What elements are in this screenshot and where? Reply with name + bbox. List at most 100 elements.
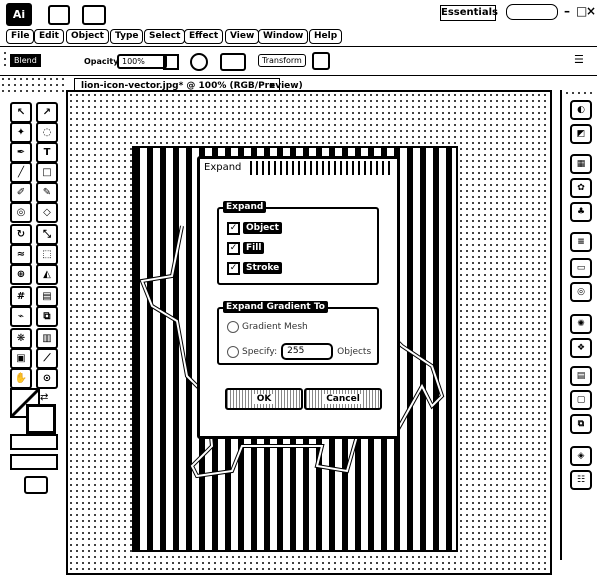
search-input[interactable]	[506, 4, 558, 20]
specify-label: Specify:	[242, 346, 278, 357]
align-panel-icon[interactable]: ☷	[570, 470, 592, 490]
shape-builder-icon[interactable]: ⊕	[10, 264, 32, 285]
menu-help[interactable]: Help	[309, 29, 343, 44]
hand-icon[interactable]: ✋	[10, 368, 32, 389]
minimize-button[interactable]: –	[564, 4, 570, 18]
navigator-icon[interactable]: ⧉	[570, 414, 592, 434]
panel-menu-icon[interactable]: ☰	[574, 53, 584, 66]
tools-panel-header[interactable]	[0, 76, 64, 94]
specify-radio[interactable]	[227, 345, 239, 358]
appearance-icon[interactable]: ✺	[570, 314, 592, 334]
app-logo: Ai	[6, 3, 32, 26]
selection-icon[interactable]: ↖	[10, 102, 32, 123]
opacity-field[interactable]: 100%	[117, 54, 167, 69]
gradient-mesh-option[interactable]: Gradient Mesh	[227, 321, 308, 333]
arrange-documents-button[interactable]	[82, 5, 106, 25]
mesh-icon[interactable]: #	[10, 286, 32, 307]
object-checkbox-row[interactable]: ✓ Object	[227, 221, 282, 235]
slice-icon[interactable]: ⟋	[36, 348, 58, 369]
direct-selection-icon[interactable]: ↗	[36, 102, 58, 123]
pen-icon[interactable]: ✒	[10, 142, 32, 163]
lasso-icon[interactable]: ◌	[36, 122, 58, 143]
gradient-panel-icon[interactable]: ▭	[570, 258, 592, 278]
transparency-icon[interactable]: ◎	[570, 282, 592, 302]
menu-effect[interactable]: Effect	[184, 29, 224, 44]
eyedropper-icon[interactable]: ⌁	[10, 306, 32, 327]
magic-wand-icon[interactable]: ✦	[10, 122, 32, 143]
rotate-icon[interactable]: ↻	[10, 224, 32, 245]
dialog-title-bar[interactable]	[250, 161, 390, 175]
links-icon[interactable]: ◈	[570, 446, 592, 466]
bridge-button[interactable]	[48, 5, 70, 25]
symbols-icon[interactable]: ♣	[570, 202, 592, 222]
menu-object[interactable]: Object	[66, 29, 109, 44]
expand-dialog: Expand Expand ✓ Object ✓ Fill ✓ Stroke E…	[197, 156, 400, 439]
specify-objects-input[interactable]: 255	[281, 343, 334, 360]
opacity-label[interactable]: Opacity:	[84, 57, 122, 66]
artboard-icon[interactable]: ▣	[10, 348, 32, 369]
paintbrush-icon[interactable]: ✐	[10, 182, 32, 203]
graphic-styles-icon[interactable]: ❖	[570, 338, 592, 358]
control-bar: Blend Opacity: 100% Transform ☰	[0, 47, 597, 76]
fill-checkbox-row[interactable]: ✓ Fill	[227, 241, 265, 255]
draw-mode-icon[interactable]	[10, 454, 58, 470]
transform-button[interactable]: Transform	[258, 54, 306, 67]
align-icon[interactable]	[220, 53, 246, 71]
menu-file[interactable]: File	[6, 29, 35, 44]
free-transform-icon[interactable]: ⬚	[36, 244, 58, 265]
stroke-swatch[interactable]	[26, 404, 56, 434]
stroke-checkbox-row[interactable]: ✓ Stroke	[227, 261, 283, 275]
menu-edit[interactable]: Edit	[34, 29, 64, 44]
brushes-icon[interactable]: ✿	[570, 178, 592, 198]
graph-icon[interactable]: ▥	[36, 328, 58, 349]
isolate-icon[interactable]	[312, 52, 330, 70]
pencil-icon[interactable]: ✎	[36, 182, 58, 203]
selection-type-label: Blend	[10, 54, 41, 67]
color-mode-icon[interactable]	[10, 434, 58, 450]
expand-gradient-group-label: Expand Gradient To	[223, 301, 328, 313]
gradient-mesh-label: Gradient Mesh	[242, 322, 308, 332]
recolor-icon[interactable]	[190, 53, 208, 71]
artboards-panel-icon[interactable]: ▢	[570, 390, 592, 410]
stroke-checkbox-label: Stroke	[243, 262, 283, 274]
stroke-icon[interactable]: ≡	[570, 232, 592, 252]
symbol-sprayer-icon[interactable]: ❋	[10, 328, 32, 349]
ok-button[interactable]: OK	[225, 388, 303, 410]
menu-select[interactable]: Select	[144, 29, 186, 44]
scale-icon[interactable]: ⤡	[36, 224, 58, 245]
dialog-title: Expand	[204, 162, 242, 173]
menu-view[interactable]: View	[225, 29, 260, 44]
perspective-icon[interactable]: ◭	[36, 264, 58, 285]
screen-mode-icon[interactable]	[24, 476, 48, 494]
stroke-checkbox[interactable]: ✓	[227, 261, 240, 275]
control-bar-grip[interactable]	[2, 50, 6, 70]
swap-fill-stroke-icon[interactable]: ⇄	[40, 392, 48, 403]
layers-icon[interactable]: ▤	[570, 366, 592, 386]
color-guide-icon[interactable]: ◩	[570, 124, 592, 144]
line-icon[interactable]: ╱	[10, 162, 32, 183]
gradient-mesh-radio[interactable]	[227, 321, 239, 333]
object-checkbox[interactable]: ✓	[227, 221, 240, 235]
panel-dock-grip[interactable]	[564, 90, 594, 96]
menu-type[interactable]: Type	[110, 29, 144, 44]
zoom-icon[interactable]: ⊙	[36, 368, 58, 389]
workspace-switcher[interactable]: Essentials	[440, 5, 498, 21]
color-icon[interactable]: ◐	[570, 100, 592, 120]
rectangle-icon[interactable]: □	[36, 162, 58, 183]
opacity-dropdown-icon[interactable]	[163, 54, 179, 70]
menu-window[interactable]: Window	[258, 29, 309, 44]
cancel-button-label: Cancel	[323, 394, 363, 404]
width-icon[interactable]: ≈	[10, 244, 32, 265]
gradient-icon[interactable]: ▤	[36, 286, 58, 307]
type-icon[interactable]: T	[36, 142, 58, 163]
specify-option[interactable]: Specify: 255 Objects	[227, 343, 371, 360]
blend-icon[interactable]: ⧉	[36, 306, 58, 327]
eraser-icon[interactable]: ◇	[36, 202, 58, 223]
cancel-button[interactable]: Cancel	[304, 388, 382, 410]
blob-brush-icon[interactable]: ◎	[10, 202, 32, 223]
swatches-icon[interactable]: ▦	[570, 154, 592, 174]
tools-panel: ↖ ↗ ✦ ◌ ✒ T ╱ □ ✐ ✎ ◎ ◇ ↻ ⤡ ≈ ⬚ ⊕ ◭ # ▤ …	[4, 96, 60, 496]
fill-checkbox[interactable]: ✓	[227, 241, 240, 255]
close-button[interactable]: ×	[586, 4, 596, 18]
expand-group-label: Expand	[223, 201, 267, 213]
